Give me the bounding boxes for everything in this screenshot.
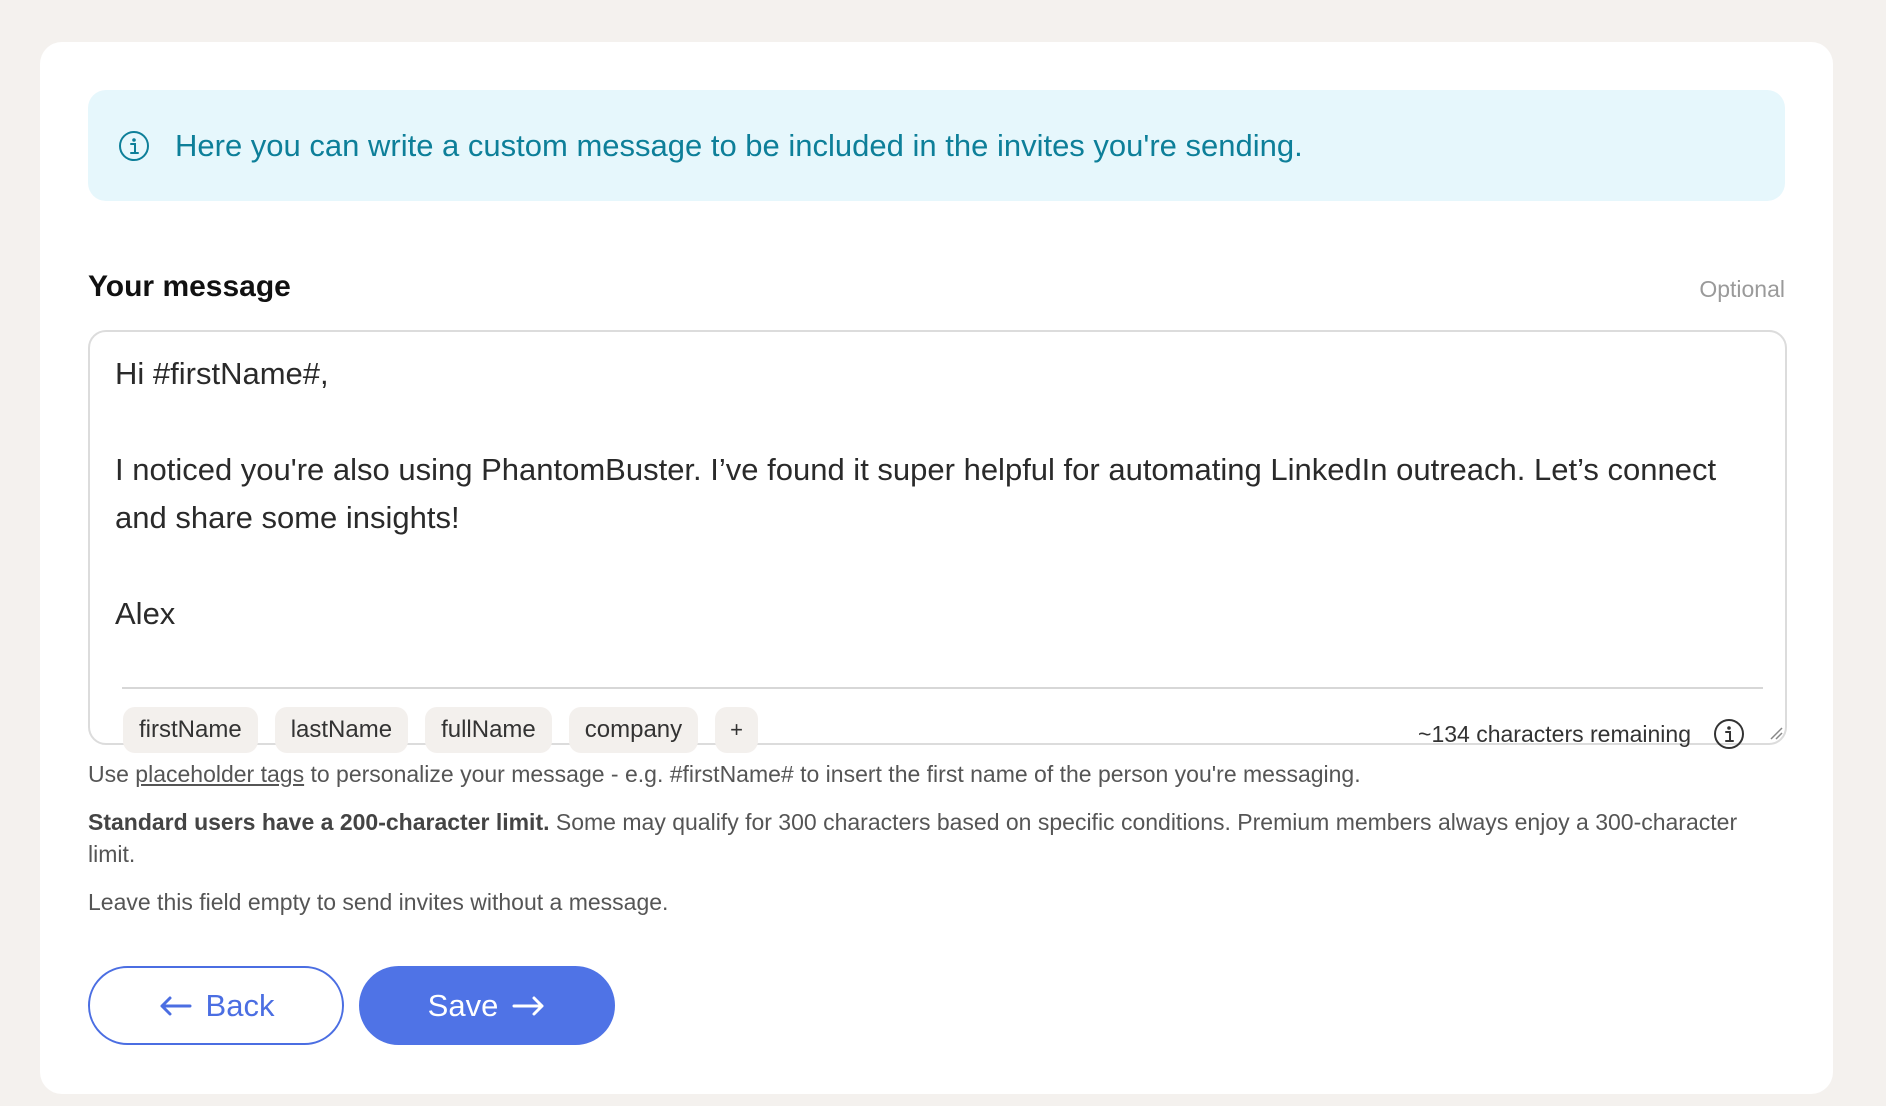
- helper-empty-field: Leave this field empty to send invites w…: [88, 889, 669, 915]
- save-button[interactable]: Save: [359, 966, 615, 1045]
- helper-line1-suffix: to personalize your message - e.g. #firs…: [304, 761, 1361, 787]
- tag-last-name[interactable]: lastName: [274, 707, 409, 753]
- message-divider: [122, 687, 1763, 689]
- helper-line1-prefix: Use: [88, 761, 136, 787]
- helper-placeholder-tags: Use placeholder tags to personalize your…: [88, 758, 1788, 790]
- placeholder-tag-list: firstName lastName fullName company +: [123, 707, 759, 753]
- arrow-left-icon: [160, 996, 192, 1015]
- info-circle-icon: [119, 131, 149, 161]
- resize-handle-icon[interactable]: [1769, 726, 1783, 740]
- info-circle-icon[interactable]: [1713, 718, 1745, 750]
- arrow-right-icon: [512, 996, 544, 1015]
- message-text[interactable]: Hi #firstName#, I noticed you're also us…: [115, 350, 1775, 638]
- helper-character-limit: Standard users have a 200-character limi…: [88, 806, 1788, 870]
- tag-first-name[interactable]: firstName: [123, 707, 258, 753]
- tag-full-name[interactable]: fullName: [425, 707, 552, 753]
- back-button-label: Back: [205, 987, 275, 1023]
- message-section-title: Your message: [88, 270, 291, 303]
- optional-label: Optional: [1699, 276, 1785, 302]
- info-banner-text: Here you can write a custom message to b…: [175, 128, 1303, 163]
- placeholder-tags-link[interactable]: placeholder tags: [135, 761, 304, 787]
- info-banner: Here you can write a custom message to b…: [88, 90, 1785, 201]
- back-button[interactable]: Back: [88, 966, 344, 1045]
- add-tag-button[interactable]: +: [715, 707, 759, 753]
- invite-message-card: Here you can write a custom message to b…: [40, 42, 1833, 1094]
- message-textarea[interactable]: Hi #firstName#, I noticed you're also us…: [88, 330, 1787, 753]
- tag-company[interactable]: company: [568, 707, 699, 753]
- characters-remaining: ~134 characters remaining: [1418, 721, 1691, 747]
- save-button-label: Save: [427, 987, 499, 1023]
- helper-limit-bold: Standard users have a 200-character limi…: [88, 809, 550, 835]
